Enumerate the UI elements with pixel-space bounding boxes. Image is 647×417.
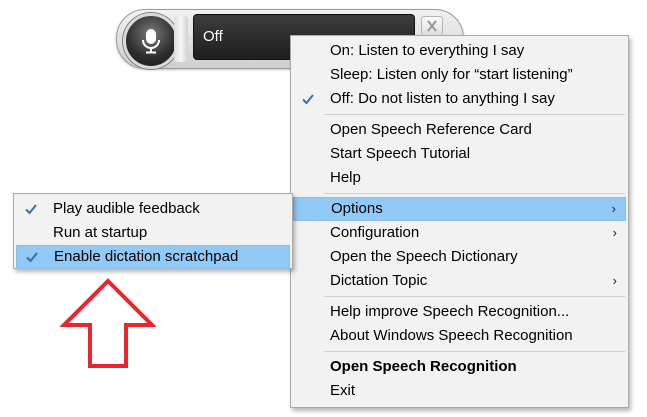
menu-item-label: Off: Do not listen to anything I say: [330, 90, 555, 107]
menu-item-label: Exit: [330, 382, 356, 399]
red-up-arrow-icon: [60, 278, 156, 368]
checkmark-icon: [24, 202, 38, 216]
menu-item-label: Options: [331, 200, 383, 217]
menu-item-label: Play audible feedback: [53, 200, 200, 217]
menu-item-label: Dictation Topic: [330, 272, 428, 289]
menu-item-label: Start Speech Tutorial: [330, 145, 471, 162]
menu-item-help[interactable]: Help: [293, 166, 626, 190]
menu-item-dictation-topic[interactable]: Dictation Topic ›: [293, 269, 626, 293]
menu-item-label: Help improve Speech Recognition...: [330, 303, 570, 320]
microphone-icon: [142, 29, 160, 54]
menu-item-label: Run at startup: [53, 224, 148, 241]
menu-item-label: Open the Speech Dictionary: [330, 248, 518, 265]
close-button[interactable]: [421, 16, 443, 36]
menu-item-on[interactable]: On: Listen to everything I say: [293, 39, 626, 63]
microphone-button[interactable]: [123, 13, 179, 69]
menu-item-label: Enable dictation scratchpad: [54, 248, 239, 265]
menu-separator: [324, 296, 625, 297]
menu-item-label: Open Speech Recognition: [330, 358, 517, 375]
menu-item-label: Open Speech Reference Card: [330, 121, 532, 138]
menu-item-options[interactable]: Options ›: [293, 197, 626, 221]
chevron-right-icon: ›: [611, 201, 616, 216]
options-submenu: Play audible feedback Run at startup Ena…: [13, 193, 293, 269]
checkmark-icon: [25, 250, 39, 264]
submenu-item-dictation-scratchpad[interactable]: Enable dictation scratchpad: [16, 245, 290, 269]
chevron-right-icon: ›: [612, 273, 617, 288]
menu-item-about[interactable]: About Windows Speech Recognition: [293, 324, 626, 348]
menu-item-label: On: Listen to everything I say: [330, 42, 525, 59]
menu-item-label: About Windows Speech Recognition: [330, 327, 573, 344]
menu-separator: [324, 351, 625, 352]
menu-item-open-speech-recognition[interactable]: Open Speech Recognition: [293, 355, 626, 379]
menu-item-reference-card[interactable]: Open Speech Reference Card: [293, 118, 626, 142]
menu-item-help-improve[interactable]: Help improve Speech Recognition...: [293, 300, 626, 324]
menu-item-tutorial[interactable]: Start Speech Tutorial: [293, 142, 626, 166]
checkmark-icon: [301, 92, 315, 106]
speech-context-menu: On: Listen to everything I say Sleep: Li…: [290, 35, 629, 408]
chevron-right-icon: ›: [612, 225, 617, 240]
menu-item-label: Configuration: [330, 224, 420, 241]
menu-item-exit[interactable]: Exit: [293, 379, 626, 403]
speech-status-text: Off: [203, 28, 223, 45]
menu-separator: [324, 114, 625, 115]
submenu-item-run-at-startup[interactable]: Run at startup: [16, 221, 290, 245]
bar-drag-handle[interactable]: [174, 16, 188, 62]
menu-item-speech-dictionary[interactable]: Open the Speech Dictionary: [293, 245, 626, 269]
menu-item-off[interactable]: Off: Do not listen to anything I say: [293, 87, 626, 111]
submenu-item-audible-feedback[interactable]: Play audible feedback: [16, 197, 290, 221]
menu-item-label: Help: [330, 169, 361, 186]
menu-item-configuration[interactable]: Configuration ›: [293, 221, 626, 245]
menu-item-label: Sleep: Listen only for “start listening”: [330, 66, 573, 83]
menu-separator: [324, 193, 625, 194]
menu-item-sleep[interactable]: Sleep: Listen only for “start listening”: [293, 63, 626, 87]
close-icon: [427, 20, 437, 32]
